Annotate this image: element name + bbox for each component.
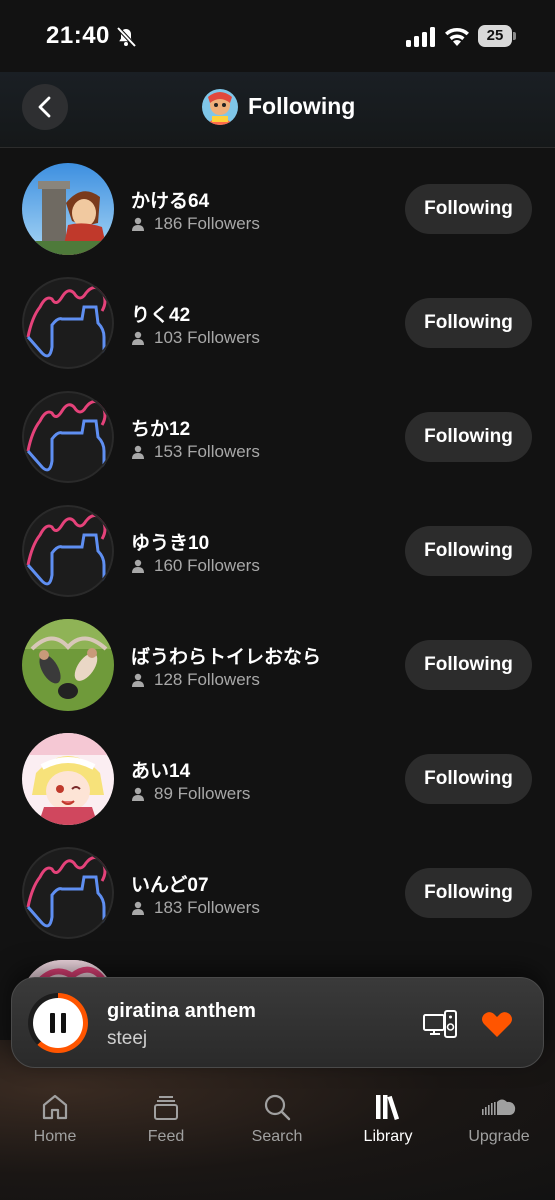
user-avatar[interactable] <box>22 391 114 483</box>
list-item[interactable]: ばうわらトイレおなら 128 Followers Following <box>0 605 555 719</box>
follower-count-label: 89 Followers <box>154 784 251 803</box>
page-title: Following <box>248 93 356 119</box>
following-button[interactable]: Following <box>405 526 532 576</box>
following-button[interactable]: Following <box>405 298 532 348</box>
status-bar: 21:40 25 <box>0 0 555 72</box>
signal-icon <box>406 27 435 47</box>
follower-count-label: 186 Followers <box>154 214 260 233</box>
user-name[interactable]: りく42 <box>131 300 190 327</box>
search-icon <box>264 1094 291 1121</box>
person-icon <box>132 559 144 573</box>
user-avatar[interactable] <box>22 277 114 369</box>
user-name[interactable]: ちか12 <box>131 414 190 441</box>
track-artist[interactable]: steej <box>107 1028 147 1050</box>
following-button[interactable]: Following <box>405 640 532 690</box>
list-item[interactable]: かける64 186 Followers Following <box>0 149 555 263</box>
person-icon <box>132 673 144 687</box>
list-item[interactable]: いんど07 183 Followers Following <box>0 833 555 947</box>
back-button[interactable] <box>22 84 68 130</box>
follower-count: 153 Followers <box>131 442 260 462</box>
list-item[interactable]: ゆうき10 160 Followers Following <box>0 491 555 605</box>
heart-icon[interactable] <box>481 1010 513 1038</box>
cloud-icon <box>482 1099 516 1115</box>
follower-count-label: 103 Followers <box>154 328 260 347</box>
tab-label: Home <box>33 1128 77 1145</box>
user-name[interactable]: ゆうき10 <box>131 528 209 555</box>
follower-count: 186 Followers <box>131 214 260 234</box>
library-icon <box>376 1095 400 1121</box>
wifi-icon <box>445 27 469 46</box>
user-avatar[interactable] <box>22 847 114 939</box>
follower-count: 89 Followers <box>131 784 250 804</box>
mini-player[interactable]: giratina anthem steej <box>11 977 544 1068</box>
tab-library[interactable]: Library <box>338 1092 438 1146</box>
user-name[interactable]: ばうわらトイレおなら <box>131 642 321 669</box>
person-icon <box>132 445 144 459</box>
tab-upgrade[interactable]: Upgrade <box>449 1092 549 1146</box>
follower-count-label: 153 Followers <box>154 442 260 461</box>
tab-search[interactable]: Search <box>227 1092 327 1146</box>
user-avatar[interactable] <box>22 163 114 255</box>
page-header: Following <box>0 72 555 148</box>
home-icon <box>42 1094 68 1120</box>
pause-button[interactable] <box>33 998 83 1048</box>
follower-count-label: 128 Followers <box>154 670 260 689</box>
user-avatar[interactable] <box>22 733 114 825</box>
person-icon <box>132 217 144 231</box>
following-button[interactable]: Following <box>405 412 532 462</box>
tab-label: Feed <box>147 1128 185 1145</box>
list-item[interactable]: ちか12 153 Followers Following <box>0 377 555 491</box>
track-title[interactable]: giratina anthem <box>107 1000 256 1023</box>
follower-count: 160 Followers <box>131 556 260 576</box>
tab-label: Library <box>363 1128 413 1145</box>
chevron-left-icon <box>38 96 51 118</box>
devices-icon[interactable] <box>423 1010 457 1038</box>
list-item[interactable]: あい14 89 Followers Following <box>0 719 555 833</box>
follower-count: 183 Followers <box>131 898 260 918</box>
tab-label: Search <box>251 1128 303 1145</box>
status-time: 21:40 <box>46 22 110 49</box>
follower-count: 128 Followers <box>131 670 260 690</box>
tab-feed[interactable]: Feed <box>116 1092 216 1146</box>
list-item[interactable]: りく42 103 Followers Following <box>0 263 555 377</box>
person-icon <box>132 787 144 801</box>
following-button[interactable]: Following <box>405 868 532 918</box>
follower-count-label: 183 Followers <box>154 898 260 917</box>
pause-icon <box>50 1013 66 1033</box>
user-avatar[interactable] <box>22 619 114 711</box>
playback-progress-ring <box>28 993 88 1053</box>
tab-label: Upgrade <box>468 1128 530 1145</box>
bottom-tab-bar: Home Feed Search Library Upgrade <box>0 1080 555 1200</box>
follower-count: 103 Followers <box>131 328 260 348</box>
tab-home[interactable]: Home <box>5 1092 105 1146</box>
following-button[interactable]: Following <box>405 754 532 804</box>
battery-indicator: 25 <box>478 25 516 47</box>
user-name[interactable]: あい14 <box>131 756 190 783</box>
person-icon <box>132 331 144 345</box>
battery-level: 25 <box>478 25 512 47</box>
following-button[interactable]: Following <box>405 184 532 234</box>
profile-avatar <box>202 89 238 125</box>
bell-muted-icon <box>116 26 137 48</box>
user-name[interactable]: いんど07 <box>131 870 209 897</box>
user-name[interactable]: かける64 <box>131 186 209 213</box>
person-icon <box>132 901 144 915</box>
follower-count-label: 160 Followers <box>154 556 260 575</box>
user-avatar[interactable] <box>22 505 114 597</box>
feed-icon <box>154 1096 178 1120</box>
